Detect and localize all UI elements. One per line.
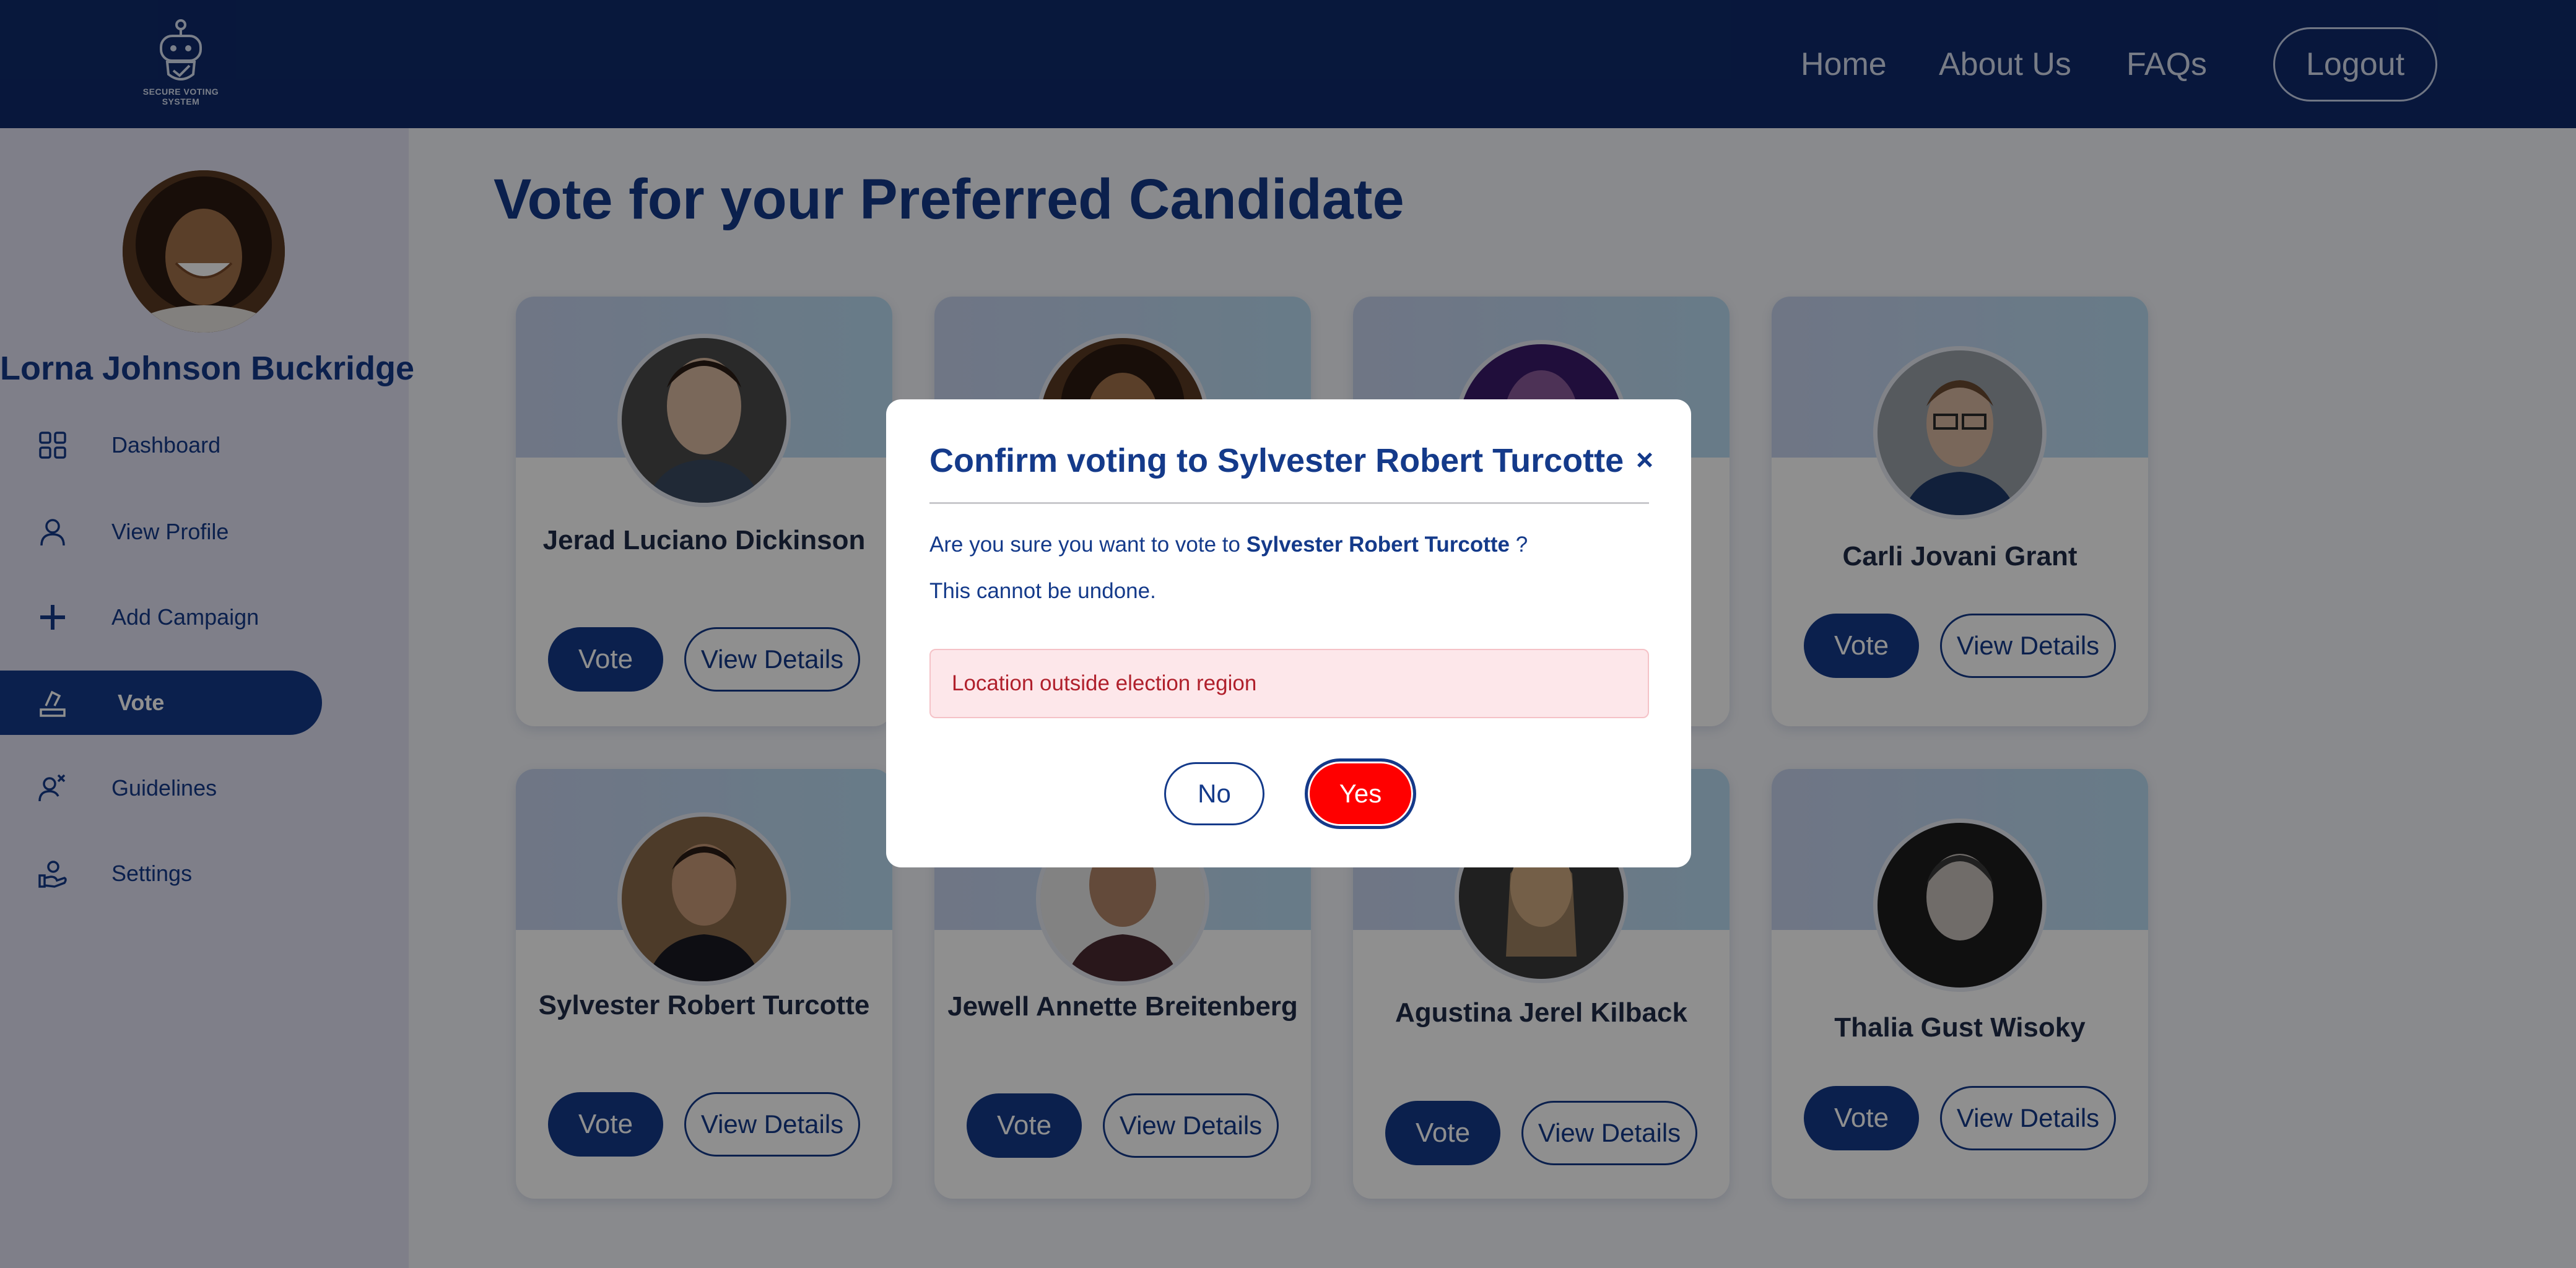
question-text: Are you sure you want to vote to [929,532,1240,557]
no-button[interactable]: No [1164,762,1264,825]
confirm-question: Are you sure you want to vote to Sylvest… [929,532,1528,557]
divider [929,502,1649,504]
candidate-name-highlight: Sylvester Robert Turcotte [1246,532,1510,557]
question-mark: ? [1515,532,1528,557]
modal-title: Confirm voting to Sylvester Robert Turco… [929,442,1624,479]
error-alert: Location outside election region [929,649,1649,718]
yes-button[interactable]: Yes [1305,758,1416,829]
confirm-vote-modal: Confirm voting to Sylvester Robert Turco… [886,399,1691,867]
undo-warning: This cannot be undone. [929,579,1156,603]
close-icon[interactable]: × [1629,441,1660,479]
